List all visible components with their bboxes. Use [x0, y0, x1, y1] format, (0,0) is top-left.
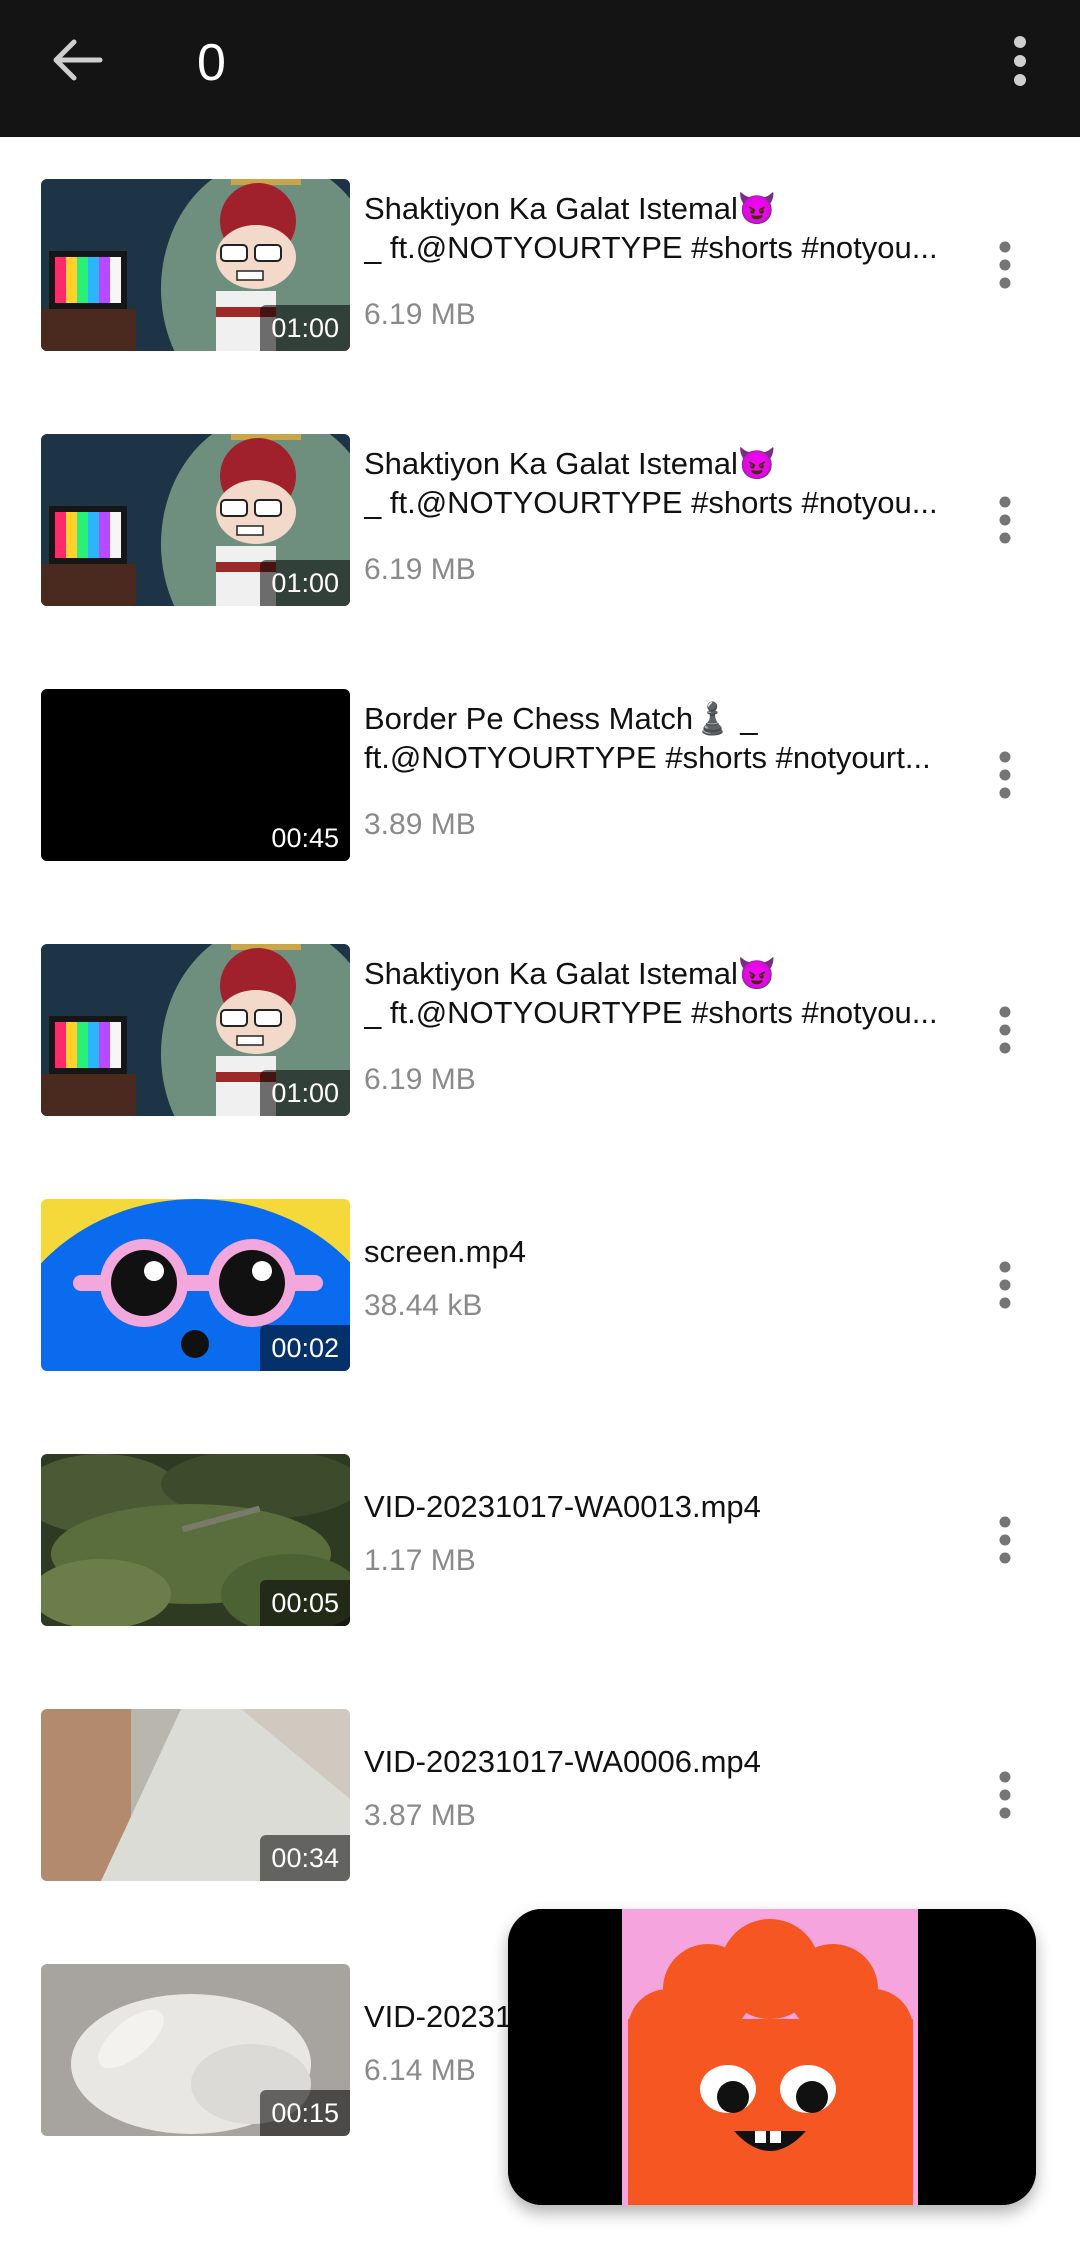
- video-thumbnail: 00:45: [41, 689, 350, 861]
- more-vertical-icon[interactable]: [985, 1512, 1025, 1568]
- video-thumbnail: 00:05: [41, 1454, 350, 1626]
- video-thumbnail: 01:00: [41, 434, 350, 606]
- file-size: 6.19 MB: [364, 553, 476, 586]
- video-title: Shaktiyon Ka Galat Istemal😈 _ ft.@NOTYOU…: [364, 189, 958, 267]
- more-vertical-icon[interactable]: [985, 237, 1025, 293]
- video-title: Shaktiyon Ka Galat Istemal😈 _ ft.@NOTYOU…: [364, 954, 958, 1032]
- video-title: VID-20231017-WA0006.mp4: [364, 1742, 958, 1781]
- more-vertical-icon[interactable]: [985, 1002, 1025, 1058]
- duration-badge: 01:00: [260, 560, 350, 606]
- more-vertical-icon[interactable]: [985, 1767, 1025, 1823]
- video-list-item[interactable]: 00:34 VID-20231017-WA0006.mp4 3.87 MB: [0, 1667, 1080, 1922]
- video-title-line: _ ft.@NOTYOURTYPE #shorts #notyou...: [364, 485, 938, 520]
- video-title-line: VID-20231017-WA0006.mp4: [364, 1744, 761, 1779]
- more-vertical-icon[interactable]: [985, 747, 1025, 803]
- video-title-line: _ ft.@NOTYOURTYPE #shorts #notyou...: [364, 995, 938, 1030]
- video-thumbnail: 01:00: [41, 179, 350, 351]
- video-list-item[interactable]: 01:00 Shaktiyon Ka Galat Istemal😈 _ ft.@…: [0, 137, 1080, 392]
- video-thumbnail: 01:00: [41, 944, 350, 1116]
- video-title: Shaktiyon Ka Galat Istemal😈 _ ft.@NOTYOU…: [364, 444, 958, 522]
- video-thumbnail: 00:02: [41, 1199, 350, 1371]
- video-title-line: _ ft.@NOTYOURTYPE #shorts #notyou...: [364, 230, 938, 265]
- video-list-item[interactable]: 01:00 Shaktiyon Ka Galat Istemal😈 _ ft.@…: [0, 392, 1080, 647]
- video-title-line: VID-20231017-WA0013.mp4: [364, 1489, 761, 1524]
- arrow-back-icon[interactable]: [48, 30, 108, 90]
- overflow-menu-icon[interactable]: [1000, 28, 1040, 94]
- video-list-item[interactable]: 00:02 screen.mp4 38.44 kB: [0, 1157, 1080, 1412]
- video-thumbnail: 00:15: [41, 1964, 350, 2136]
- video-title: screen.mp4: [364, 1232, 958, 1271]
- video-title: VID-20231017-WA0013.mp4: [364, 1487, 958, 1526]
- more-vertical-icon[interactable]: [985, 1257, 1025, 1313]
- video-list-item[interactable]: 00:05 VID-20231017-WA0013.mp4 1.17 MB: [0, 1412, 1080, 1667]
- file-size: 6.19 MB: [364, 1063, 476, 1096]
- video-title-line: Shaktiyon Ka Galat Istemal😈: [364, 191, 777, 226]
- video-title-line: Shaktiyon Ka Galat Istemal😈: [364, 956, 777, 991]
- file-size: 1.17 MB: [364, 1544, 476, 1577]
- app-bar: 0: [0, 0, 1080, 137]
- duration-badge: 00:45: [260, 815, 350, 861]
- video-list-item[interactable]: 01:00 Shaktiyon Ka Galat Istemal😈 _ ft.@…: [0, 902, 1080, 1157]
- duration-badge: 00:02: [260, 1325, 350, 1371]
- file-size: 3.89 MB: [364, 808, 476, 841]
- file-size: 38.44 kB: [364, 1289, 483, 1322]
- duration-badge: 01:00: [260, 305, 350, 351]
- duration-badge: 00:05: [260, 1580, 350, 1626]
- duration-badge: 01:00: [260, 1070, 350, 1116]
- page-title: 0: [197, 34, 226, 92]
- duration-badge: 00:15: [260, 2090, 350, 2136]
- video-title-line: Border Pe Chess Match♟️ _: [364, 701, 758, 736]
- video-title-line: Shaktiyon Ka Galat Istemal😈: [364, 446, 777, 481]
- duration-badge: 00:34: [260, 1835, 350, 1881]
- video-list-item[interactable]: 00:45 Border Pe Chess Match♟️ _ ft.@NOTY…: [0, 647, 1080, 902]
- file-size: 6.14 MB: [364, 2054, 476, 2087]
- file-size: 6.19 MB: [364, 298, 476, 331]
- video-title: Border Pe Chess Match♟️ _ ft.@NOTYOURTYP…: [364, 699, 958, 777]
- video-thumbnail: 00:34: [41, 1709, 350, 1881]
- file-size: 3.87 MB: [364, 1799, 476, 1832]
- more-vertical-icon[interactable]: [985, 492, 1025, 548]
- picture-in-picture-player[interactable]: [508, 1909, 1036, 2205]
- video-title-line: screen.mp4: [364, 1234, 526, 1269]
- video-title-line: ft.@NOTYOURTYPE #shorts #notyourt...: [364, 740, 931, 775]
